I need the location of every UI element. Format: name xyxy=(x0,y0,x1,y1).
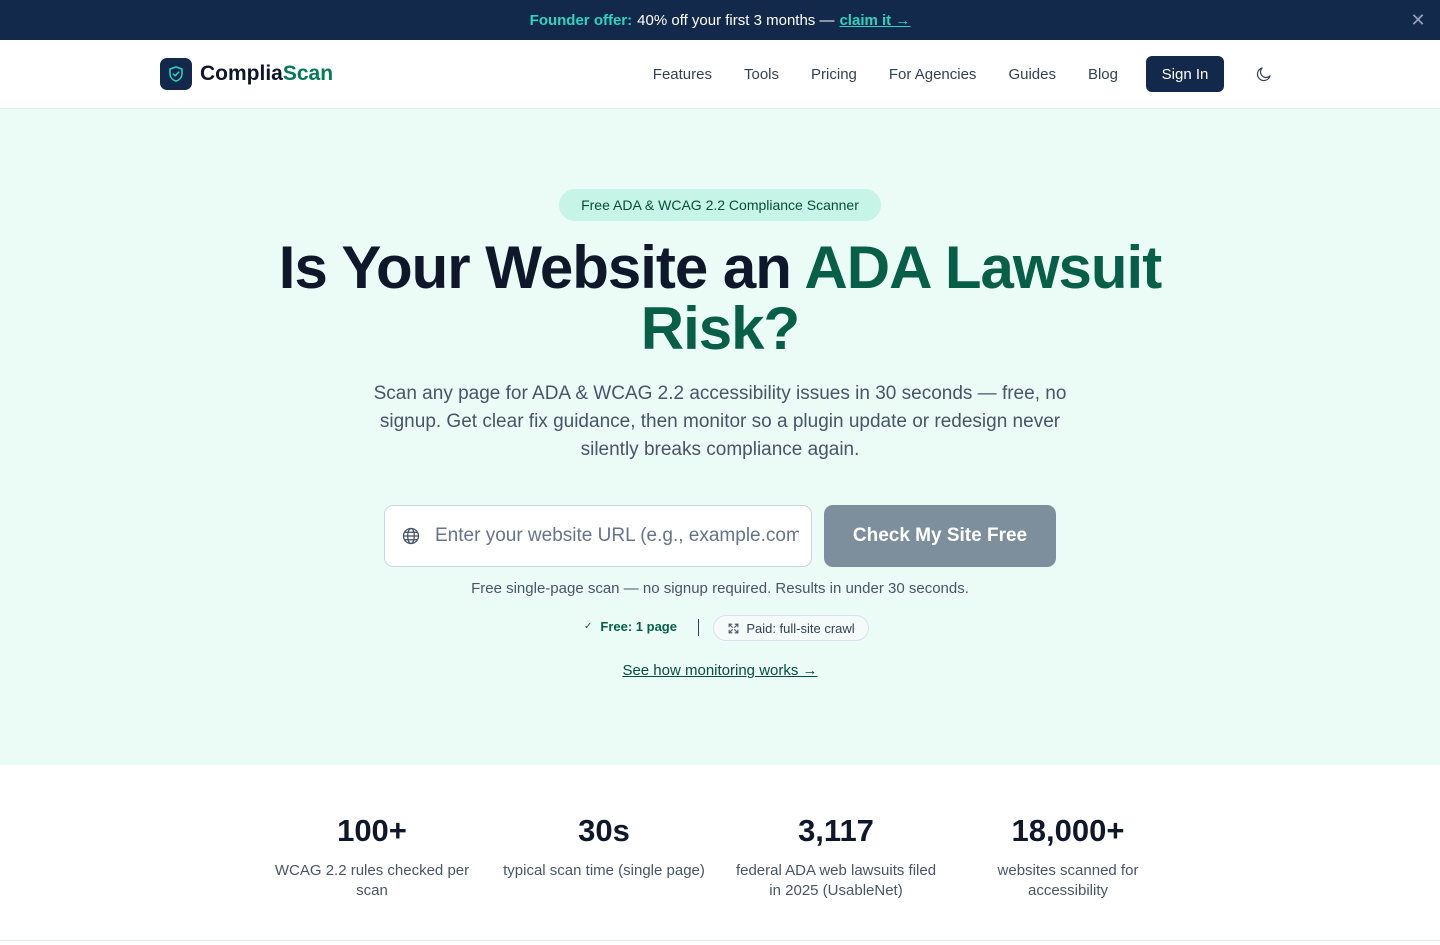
stat-item: 18,000+ websites scanned for accessibili… xyxy=(952,813,1184,901)
hero-headline: Is Your Website an ADA Lawsuit Risk? xyxy=(220,237,1220,359)
stats-section: 100+ WCAG 2.2 rules checked per scan 30s… xyxy=(0,765,1440,941)
expand-icon xyxy=(728,623,739,633)
stat-label: federal ADA web lawsuits filed in 2025 (… xyxy=(735,862,937,899)
globe-icon xyxy=(401,526,421,546)
brand-logo[interactable]: CompliaScan xyxy=(160,58,333,90)
plan-divider xyxy=(698,619,699,636)
stat-value: 100+ xyxy=(337,813,407,848)
moon-icon[interactable] xyxy=(1252,62,1276,86)
stat-label: websites scanned for accessibility xyxy=(997,862,1139,899)
check-site-button[interactable]: Check My Site Free xyxy=(824,505,1056,567)
plan-paid-label: Paid: full-site crawl xyxy=(746,620,855,636)
plan-toggle: ✓ Free: 1 page Paid: full-site crawl xyxy=(0,614,1440,642)
nav-link-blog[interactable]: Blog xyxy=(1088,66,1118,83)
nav-link-guides[interactable]: Guides xyxy=(1008,66,1056,83)
plan-free-option[interactable]: ✓ Free: 1 page xyxy=(584,619,677,634)
plan-paid-option[interactable]: Paid: full-site crawl xyxy=(713,615,869,641)
stat-item: 30s typical scan time (single page) xyxy=(488,813,720,881)
stat-value: 3,117 xyxy=(798,813,874,848)
nav-links: Features Tools Pricing For Agencies Guid… xyxy=(653,40,1118,108)
stat-value: 30s xyxy=(578,813,630,848)
announcement-bar: Founder offer: 40% off your first 3 mont… xyxy=(0,0,1440,40)
monitoring-link[interactable]: See how monitoring works → xyxy=(0,662,1440,679)
scan-fine-print: Free single-page scan — no signup requir… xyxy=(471,580,969,597)
nav-link-tools[interactable]: Tools xyxy=(744,66,779,83)
sign-in-button[interactable]: Sign In xyxy=(1146,56,1224,92)
hero-section: Free ADA & WCAG 2.2 Compliance Scanner I… xyxy=(0,109,1440,765)
top-nav: CompliaScan Features Tools Pricing For A… xyxy=(0,40,1440,109)
announcement-text: 40% off your first 3 months — xyxy=(637,11,835,29)
plan-free-label: Free: 1 page xyxy=(600,619,677,634)
hero-subhead: Scan any page for ADA & WCAG 2.2 accessi… xyxy=(373,383,1067,460)
shield-check-icon xyxy=(160,58,192,90)
brand-name: CompliaScan xyxy=(200,62,334,85)
announcement-lead: Founder offer: xyxy=(529,11,633,29)
stat-label: typical scan time (single page) xyxy=(503,862,705,879)
hero-badge: Free ADA & WCAG 2.2 Compliance Scanner xyxy=(559,189,881,221)
claim-offer-link[interactable]: claim it → xyxy=(839,12,910,29)
nav-link-for-agencies[interactable]: For Agencies xyxy=(889,66,977,83)
close-icon[interactable]: ✕ xyxy=(1408,10,1428,30)
stat-label: WCAG 2.2 rules checked per scan xyxy=(274,862,470,899)
nav-link-features[interactable]: Features xyxy=(653,66,712,83)
stat-item: 100+ WCAG 2.2 rules checked per scan xyxy=(256,813,488,901)
stat-item: 3,117 federal ADA web lawsuits filed in … xyxy=(720,813,952,901)
headline-plain: Is Your Website an xyxy=(278,234,792,301)
url-input[interactable] xyxy=(435,525,799,547)
stat-value: 18,000+ xyxy=(1011,813,1125,848)
nav-link-pricing[interactable]: Pricing xyxy=(811,66,857,83)
check-icon: ✓ xyxy=(584,621,593,632)
url-field[interactable] xyxy=(384,505,812,567)
